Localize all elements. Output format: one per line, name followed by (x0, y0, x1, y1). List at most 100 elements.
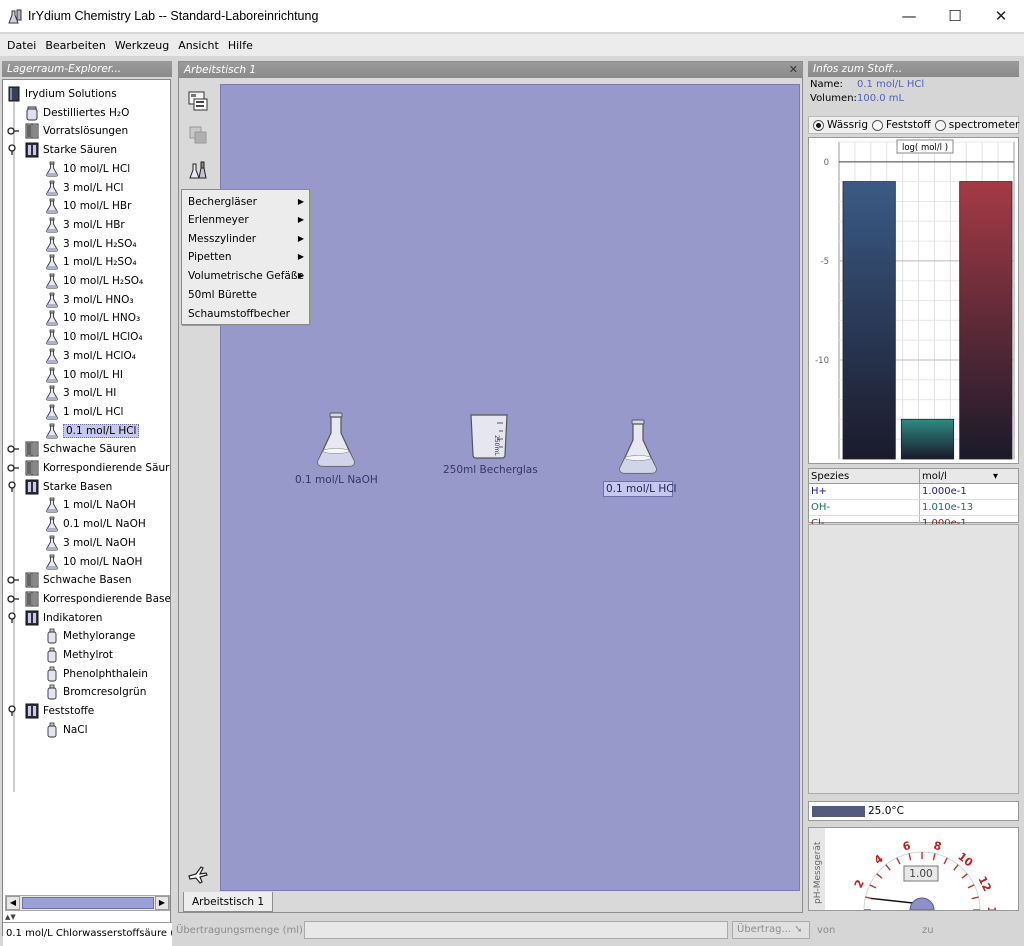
transfer-button[interactable]: Übertrag... ➘ (732, 921, 810, 939)
tree-item[interactable]: 10 mol/L HClO₄ (45, 328, 143, 346)
erlenmeyer-flask-icon (317, 412, 355, 467)
tree-item[interactable]: Methylorange (45, 627, 135, 645)
flask-label: 0.1 mol/L HCl (603, 481, 676, 497)
menu-bearbeiten[interactable]: Bearbeiten (41, 39, 109, 52)
tree-item[interactable]: Irydium Solutions (7, 85, 117, 103)
tree-item[interactable]: Feststoffe (8, 702, 94, 720)
tree-item[interactable]: 0.1 mol/L HCl (45, 422, 140, 440)
workbench-add-icon[interactable] (186, 89, 210, 113)
glassware-icon[interactable] (186, 158, 210, 182)
menu-item-becherglaeser[interactable]: Bechergläser ▶ (182, 193, 309, 211)
menu-ansicht[interactable]: Ansicht (174, 39, 223, 52)
tab-arbeitstisch-1[interactable]: Arbeitstisch 1 (183, 892, 274, 912)
tree-item[interactable]: Phenolphthalein (45, 665, 148, 683)
storeroom-explorer: Lagerraum-Explorer... Irydium Solutions D… (2, 61, 172, 946)
tree-collapsed-icon[interactable] (7, 574, 21, 589)
flask-icon (45, 535, 59, 551)
ph-scale-label: 10 (955, 850, 975, 870)
transfer-amount-input[interactable] (304, 921, 728, 939)
minimize-button[interactable]: — (886, 0, 932, 32)
menu-item-volumetrische-gefaesse[interactable]: Volumetrische Gefäße ▶ (182, 267, 309, 285)
menu-item-schaumstoffbecher[interactable]: Schaumstoffbecher (182, 305, 309, 323)
flask-icon (45, 348, 59, 364)
tree-item[interactable]: Methylrot (45, 646, 113, 664)
tree-item[interactable]: 3 mol/L HCl (45, 179, 123, 197)
scroll-right-icon[interactable]: ▶ (155, 896, 169, 910)
radio-feststoff[interactable]: Feststoff (872, 119, 931, 131)
col-spezies[interactable]: Spezies (809, 469, 920, 483)
tree-item[interactable]: 3 mol/L HI (45, 384, 116, 402)
tree-item[interactable]: Korrespondierende Basen (7, 590, 170, 608)
tree-item[interactable]: 1 mol/L H₂SO₄ (45, 253, 137, 271)
tree-item[interactable]: 3 mol/L HBr (45, 216, 125, 234)
tree-item[interactable]: 10 mol/L HI (45, 366, 123, 384)
tree-item[interactable]: Starke Basen (8, 478, 112, 496)
tree-item[interactable]: Destilliertes H₂O (25, 104, 129, 122)
menu-datei[interactable]: Datei (3, 39, 40, 52)
tree-collapsed-icon[interactable] (7, 125, 21, 140)
tree-expanded-icon[interactable] (7, 705, 21, 720)
tree-item[interactable]: Starke Säuren (8, 141, 117, 159)
bottle-icon (45, 722, 59, 738)
chart-bar-oh[interactable] (900, 418, 955, 460)
tree-collapsed-icon[interactable] (7, 443, 21, 458)
copy-icon[interactable] (186, 123, 210, 147)
sort-arrow-icon[interactable]: ▾ (993, 469, 998, 484)
airplane-icon[interactable] (186, 862, 210, 886)
tree-item-label: Methylrot (63, 649, 114, 661)
tree-item[interactable]: NaCl (45, 721, 88, 739)
tree-item[interactable]: 3 mol/L H₂SO₄ (45, 235, 137, 253)
close-button[interactable]: ✕ (978, 0, 1024, 32)
tree-item[interactable]: Korrespondierende Säuren (7, 459, 170, 477)
ph-scale-label: 8 (932, 839, 942, 853)
tree-item[interactable]: 1 mol/L HCl (45, 403, 123, 421)
tree-item[interactable]: 3 mol/L HNO₃ (45, 291, 134, 309)
menu-item-50ml-buerette[interactable]: 50ml Bürette (182, 286, 309, 304)
flask-hcl[interactable]: 0.1 mol/L HCl (603, 418, 676, 497)
tree-item[interactable]: 10 mol/L H₂SO₄ (45, 272, 143, 290)
tree-collapsed-icon[interactable] (7, 462, 21, 477)
workbench-close-icon[interactable]: ✕ (789, 62, 798, 78)
scroll-left-icon[interactable]: ◀ (6, 896, 20, 910)
menu-item-messzylinder[interactable]: Messzylinder ▶ (182, 230, 309, 248)
tree-item[interactable]: 10 mol/L NaOH (45, 553, 142, 571)
radio-waessrig[interactable]: Wässrig (813, 119, 868, 131)
tree-item[interactable]: Bromcresolgrün (45, 683, 146, 701)
scroll-thumb[interactable] (22, 897, 154, 909)
tree-item[interactable]: 3 mol/L NaOH (45, 534, 136, 552)
tree-item[interactable]: Indikatoren (8, 609, 102, 627)
tree-item[interactable]: Vorratslösungen (7, 122, 128, 140)
beaker-250ml[interactable]: 250mL 250ml Becherglas (443, 413, 538, 476)
tree-expanded-icon[interactable] (7, 144, 21, 159)
flask-naoh[interactable]: 0.1 mol/L NaOH (295, 411, 378, 486)
tree-expanded-icon[interactable] (7, 611, 21, 627)
ph-scale-tick (885, 864, 891, 871)
radio-spectrometer[interactable]: spectrometer (934, 119, 1019, 131)
glassware-popup-menu: Bechergläser ▶ Erlenmeyer ▶ Messzylinder ▶ … (181, 189, 310, 325)
horizontal-scrollbar[interactable]: ◀ ▶ (5, 895, 170, 911)
tree-item[interactable]: Schwache Basen (7, 571, 132, 589)
tree-item[interactable]: 3 mol/L HClO₄ (45, 347, 136, 365)
tree-expanded-icon[interactable] (7, 481, 21, 496)
menu-hilfe[interactable]: Hilfe (224, 39, 257, 52)
menu-item-label: Pipetten (188, 251, 232, 263)
tree-item[interactable]: 0.1 mol/L NaOH (45, 515, 146, 533)
ph-scale-tick (908, 853, 912, 861)
tree-collapsed-icon[interactable] (7, 593, 21, 608)
species-row[interactable]: H+ 1.000e-1 (809, 484, 1018, 500)
chart-bar-h[interactable] (842, 181, 896, 460)
tree-item[interactable]: 10 mol/L HBr (45, 197, 131, 215)
menu-werkzeug[interactable]: Werkzeug (111, 39, 173, 52)
tree-item[interactable]: Schwache Säuren (7, 440, 136, 458)
tree-item[interactable]: 10 mol/L HNO₃ (45, 309, 140, 327)
flask-icon (45, 292, 59, 308)
split-divider-icon[interactable]: ▲▼ (5, 913, 16, 921)
menu-item-erlenmeyer[interactable]: Erlenmeyer ▶ (182, 211, 309, 229)
col-mol-l[interactable]: mol/l ▾ (920, 469, 1018, 483)
species-row[interactable]: OH- 1.010e-13 (809, 500, 1018, 516)
tree-item[interactable]: 10 mol/L HCl (45, 160, 130, 178)
chart-bar-cl[interactable] (959, 181, 1013, 460)
menu-item-pipetten[interactable]: Pipetten ▶ (182, 248, 309, 266)
maximize-button[interactable]: ☐ (932, 0, 978, 32)
tree-item[interactable]: 1 mol/L NaOH (45, 496, 136, 514)
